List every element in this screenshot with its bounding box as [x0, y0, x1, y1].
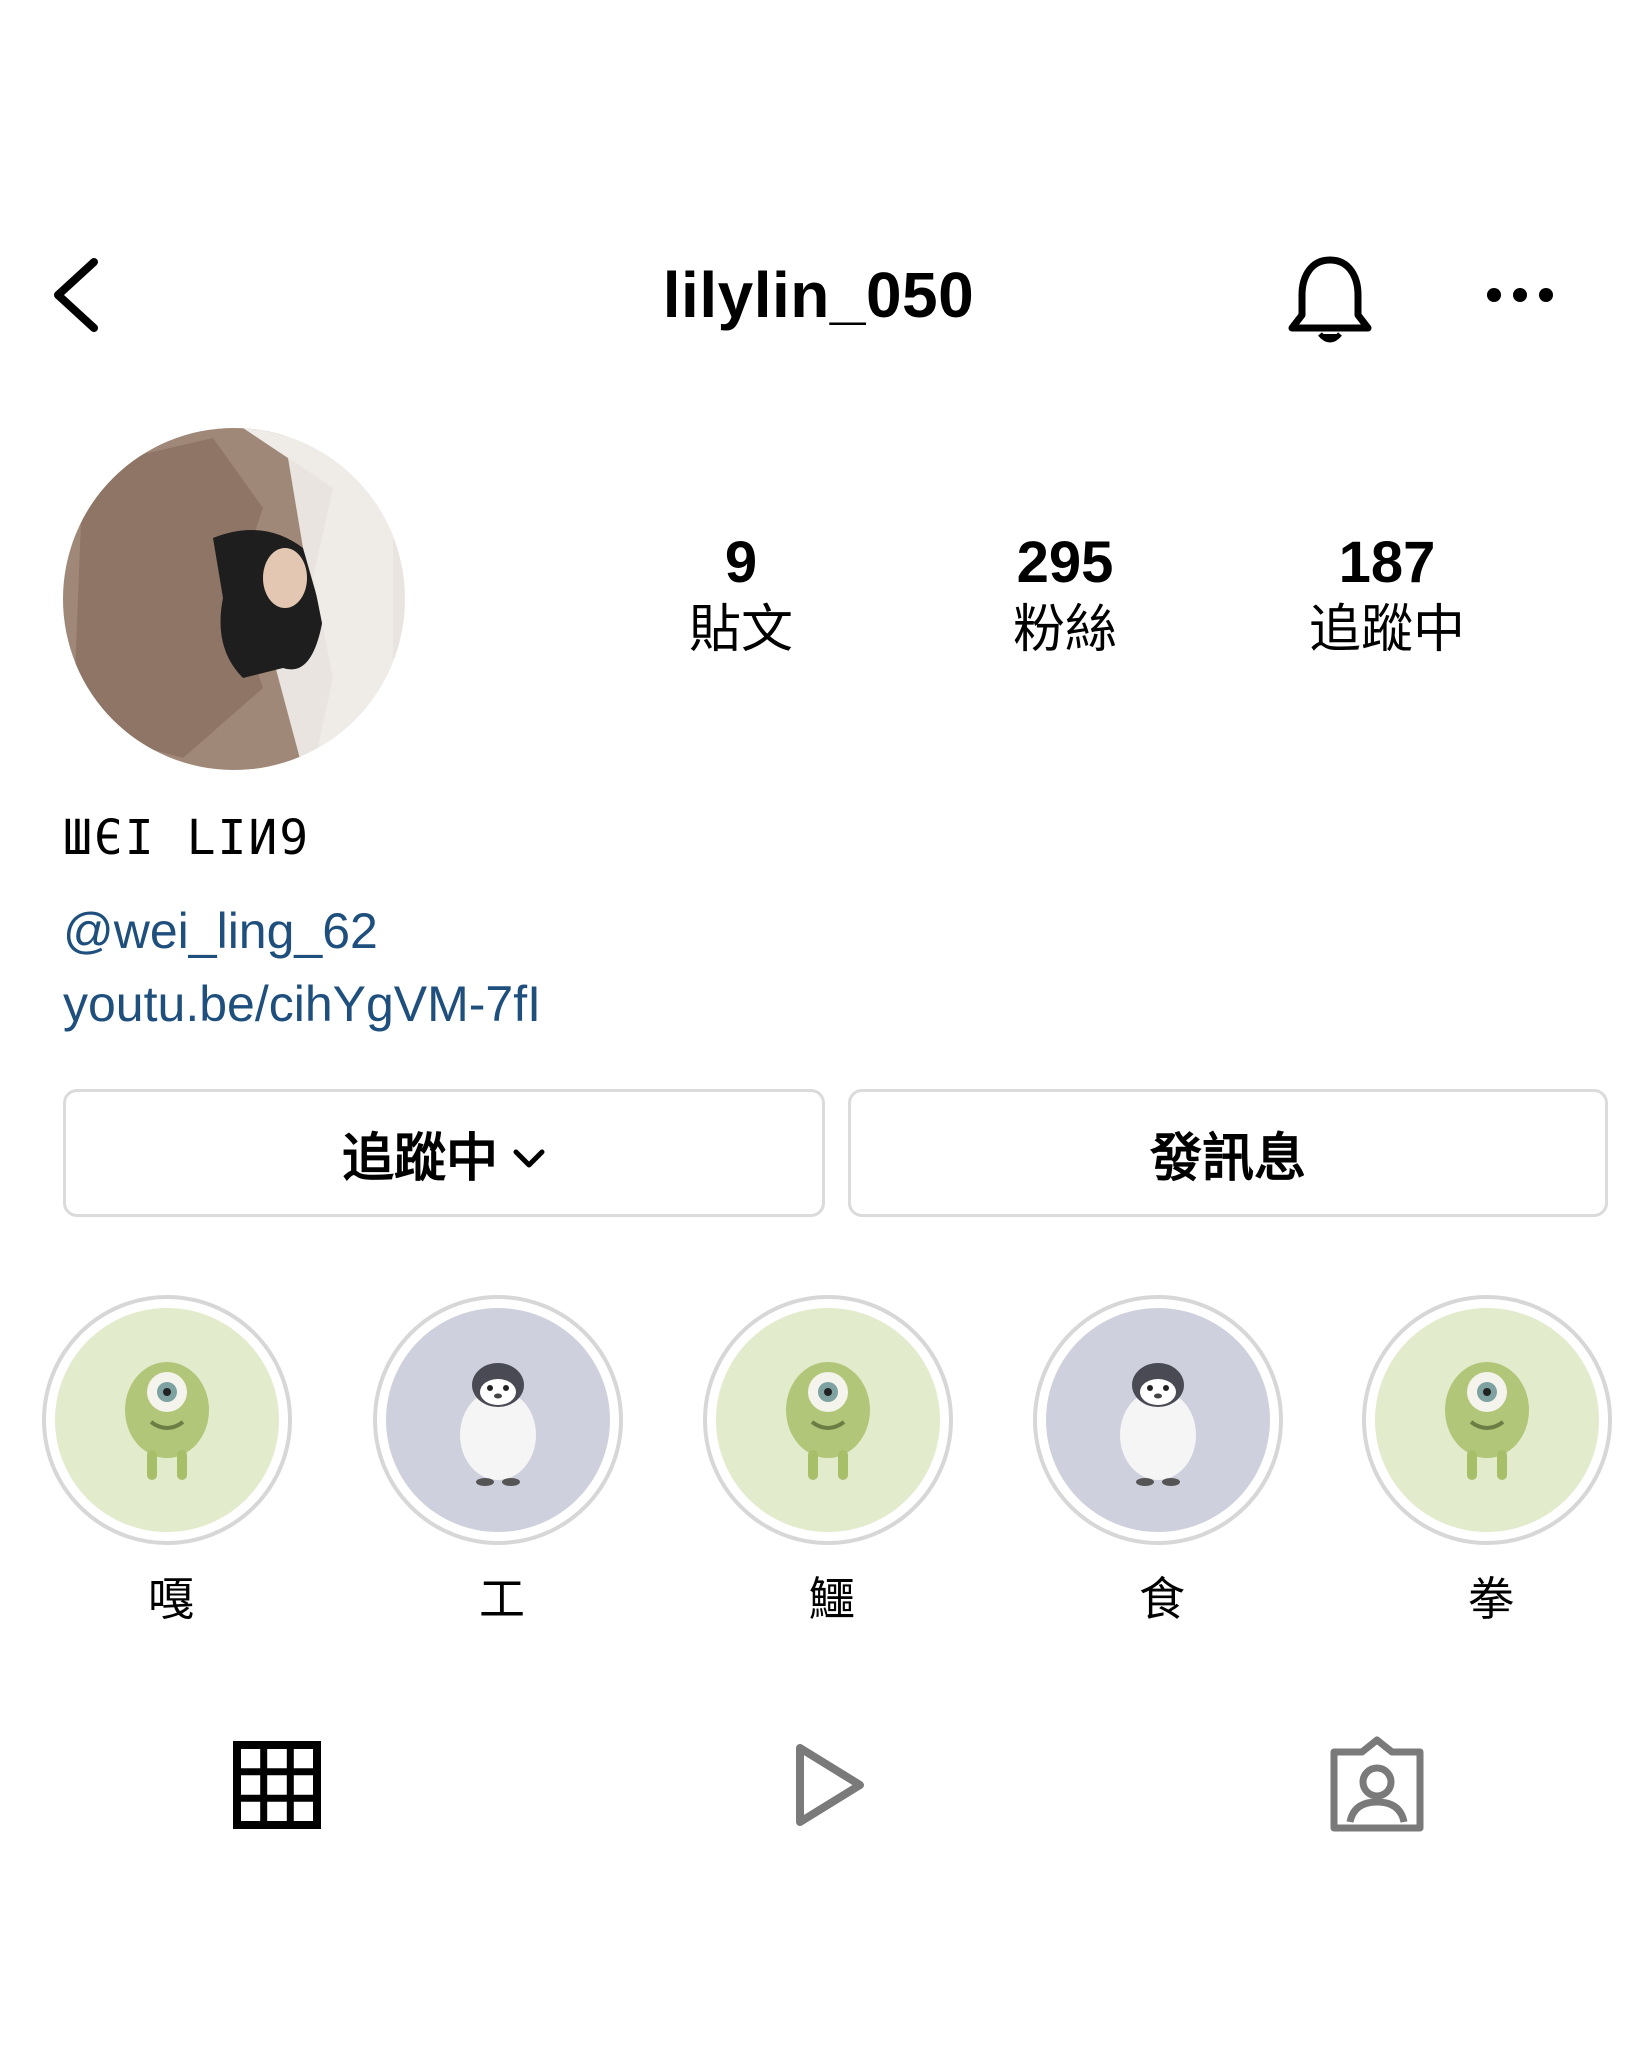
tab-posts-grid[interactable]: [222, 1730, 332, 1840]
display-name: ШЄI LIИ9: [63, 810, 311, 866]
stat-posts[interactable]: 9 貼文: [611, 528, 871, 662]
penguin-icon: [460, 1363, 536, 1486]
following-button-label: 追蹤中: [341, 1128, 498, 1189]
following-label: 追蹤中: [1308, 600, 1465, 660]
highlight-label: 嘎: [148, 1572, 194, 1626]
highlight-cover: [386, 1308, 610, 1532]
tagged-person-icon: [1330, 1736, 1424, 1832]
highlight-ring: [42, 1295, 292, 1545]
message-button-label: 發訊息: [1149, 1128, 1306, 1189]
highlight-item[interactable]: 拳: [1362, 1295, 1620, 1629]
tab-reels[interactable]: [772, 1730, 882, 1840]
highlight-label: 食: [1139, 1572, 1185, 1626]
profile-username-title: lilylin_050: [662, 259, 975, 331]
highlight-ring: [373, 1295, 623, 1545]
highlight-ring: [1033, 1295, 1283, 1545]
more-options-button[interactable]: [1480, 270, 1560, 320]
following-count: 187: [1338, 530, 1436, 595]
posts-count: 9: [724, 530, 758, 595]
chevron-down-icon: [512, 1123, 546, 1183]
grid-icon: [233, 1741, 321, 1829]
highlight-cover: [716, 1308, 940, 1532]
mention-link[interactable]: @wei_ling_62: [63, 902, 378, 960]
one-eyed-monster-icon: [1445, 1362, 1529, 1480]
tab-tagged[interactable]: [1322, 1730, 1432, 1840]
following-button[interactable]: 追蹤中: [63, 1089, 825, 1217]
highlight-cover: [1046, 1308, 1270, 1532]
highlight-ring: [703, 1295, 953, 1545]
highlight-label: 鱷: [809, 1572, 855, 1626]
message-button[interactable]: 發訊息: [848, 1089, 1608, 1217]
followers-count: 295: [1016, 530, 1114, 595]
external-link[interactable]: youtu.be/cihYgVM-7fI: [63, 975, 541, 1033]
stat-followers[interactable]: 295 粉絲: [935, 528, 1195, 662]
highlight-cover: [1375, 1308, 1599, 1532]
bell-icon: [1288, 256, 1372, 343]
notifications-button[interactable]: [1280, 250, 1380, 350]
profile-photo: [63, 428, 405, 770]
avatar[interactable]: [63, 428, 405, 770]
play-icon: [796, 1744, 864, 1826]
penguin-icon: [1120, 1363, 1196, 1486]
posts-label: 貼文: [688, 600, 793, 660]
highlight-ring: [1362, 1295, 1612, 1545]
highlight-cover: [55, 1308, 279, 1532]
highlight-item[interactable]: 鱷: [703, 1295, 961, 1629]
highlight-label: 工: [479, 1572, 525, 1626]
highlight-item[interactable]: 嘎: [42, 1295, 300, 1629]
highlight-label: 拳: [1468, 1572, 1514, 1626]
ellipsis-icon: [1487, 288, 1553, 302]
highlight-item[interactable]: 食: [1033, 1295, 1291, 1629]
followers-label: 粉絲: [1012, 600, 1117, 660]
one-eyed-monster-icon: [125, 1362, 209, 1480]
one-eyed-monster-icon: [786, 1362, 870, 1480]
stat-following[interactable]: 187 追蹤中: [1257, 528, 1517, 662]
highlight-item[interactable]: 工: [373, 1295, 631, 1629]
